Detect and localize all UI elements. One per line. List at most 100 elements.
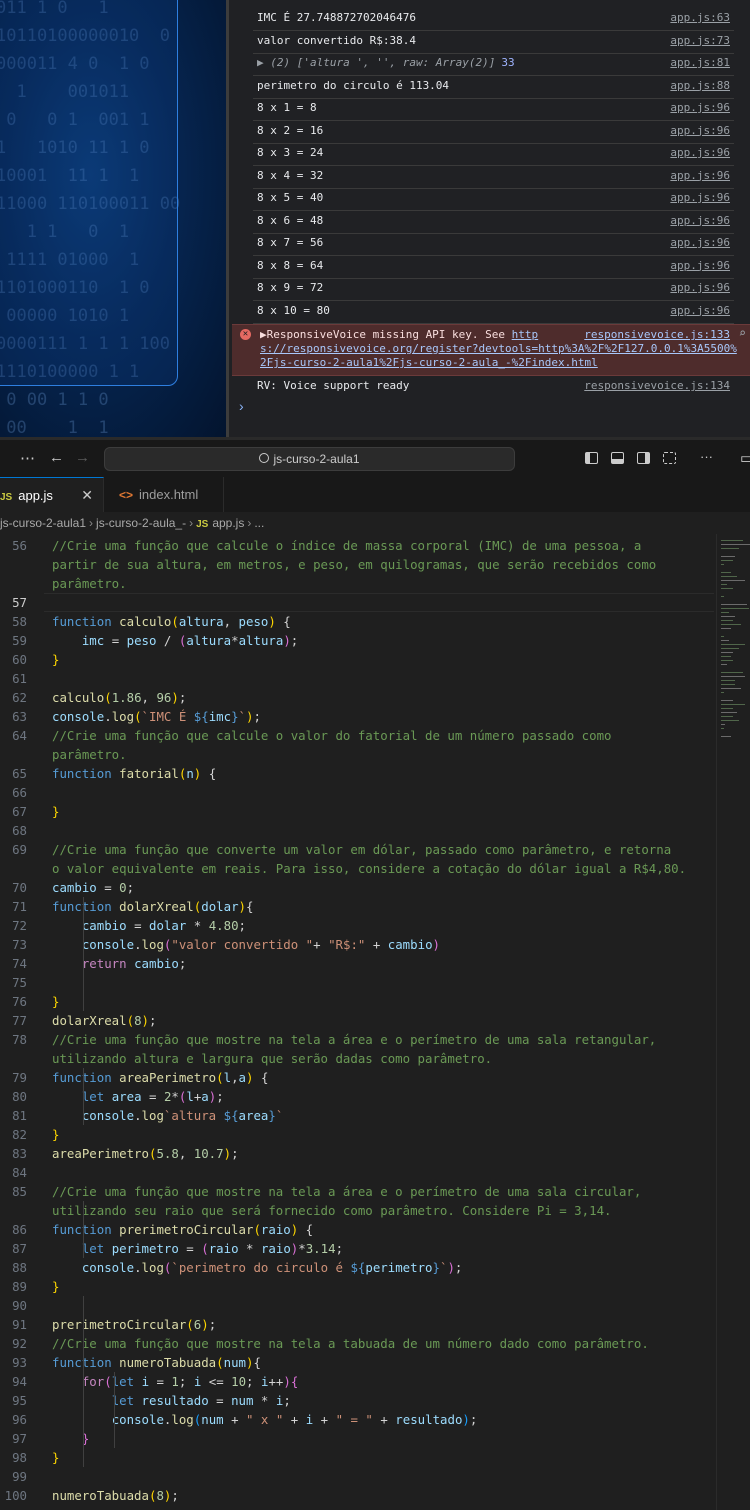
line-number: 94	[12, 1374, 27, 1389]
error-link-continued-2[interactable]: 2Fjs-curso-2-aula1%2Fjs-curso-2-aula_-%2…	[260, 356, 598, 370]
code-token: parâmetro.	[52, 576, 127, 591]
breadcrumb-file[interactable]: app.js	[212, 516, 244, 530]
toggle-primary-sidebar-icon[interactable]	[585, 452, 598, 464]
toggle-panel-icon[interactable]	[611, 452, 624, 464]
breadcrumb-subfolder[interactable]: js-curso-2-aula_-	[96, 516, 186, 530]
breadcrumb-symbol[interactable]: ...	[254, 516, 264, 530]
code-token: 0	[119, 880, 127, 895]
minimap[interactable]	[716, 534, 750, 1510]
code-line[interactable]: console.log(`IMC É ${imc}`);	[52, 707, 714, 726]
customize-layout-icon[interactable]	[663, 452, 676, 464]
code-line[interactable]: cambio = 0;	[52, 878, 714, 897]
menu-icon[interactable]: ⋯	[20, 449, 35, 467]
code-line[interactable]: console.log`altura ${area}`	[52, 1106, 714, 1125]
code-line[interactable]: //Crie uma função que mostre na tela a á…	[52, 1030, 714, 1049]
line-number: 63	[12, 709, 27, 724]
code-line[interactable]: calculo(1.86, 96);	[52, 688, 714, 707]
code-token: peso	[126, 633, 157, 648]
close-tab-icon[interactable]: ✕	[81, 478, 93, 513]
code-line[interactable]: utilizando seu raio que será fornecido c…	[52, 1201, 714, 1220]
console-source-link[interactable]: app.js:96	[670, 121, 730, 141]
command-center-search[interactable]: js-curso-2-aula1	[104, 447, 515, 471]
code-line[interactable]: }	[52, 1448, 714, 1467]
code-line[interactable]: o valor equivalente em reais. Para isso,…	[52, 859, 714, 878]
console-source-link[interactable]: app.js:96	[670, 211, 730, 231]
code-line[interactable]: return cambio;	[52, 954, 714, 973]
code-line[interactable]: }	[52, 992, 714, 1011]
console-source-link[interactable]: app.js:96	[670, 256, 730, 276]
code-line[interactable]: cambio = dolar * 4.80;	[52, 916, 714, 935]
code-line[interactable]: function fatorial(n) {	[52, 764, 714, 783]
console-log-text: 8 x 2 = 16	[257, 123, 324, 137]
code-line[interactable]: for(let i = 1; i <= 10; i++){	[52, 1372, 714, 1391]
browser-devtools-region: 011 1 0 1 10110100000010 0 000011 4 0 1 …	[0, 0, 750, 437]
code-token: {	[201, 766, 217, 781]
code-line[interactable]: dolarXreal(8);	[52, 1011, 714, 1030]
code-line[interactable]: }	[52, 1125, 714, 1144]
search-icon[interactable]: ⌕	[739, 326, 746, 340]
console-source-link[interactable]: app.js:88	[670, 76, 730, 96]
console-source-link[interactable]: app.js:63	[670, 8, 730, 28]
console-source-link[interactable]: app.js:96	[670, 143, 730, 163]
code-line[interactable]: }	[52, 650, 714, 669]
code-line[interactable]: let resultado = num * i;	[52, 1391, 714, 1410]
console-source-link[interactable]: app.js:96	[670, 98, 730, 118]
console-error-message[interactable]: ✕ ▶ResponsiveVoice missing API key. See …	[232, 324, 750, 376]
code-line[interactable]: }	[52, 802, 714, 821]
code-line[interactable]: //Crie uma função que converte um valor …	[52, 840, 714, 859]
code-line[interactable]: //Crie uma função que calcule o índice d…	[52, 536, 714, 555]
code-line[interactable]: //Crie uma função que mostre na tela a á…	[52, 1182, 714, 1201]
code-line[interactable]: areaPerimetro(5.8, 10.7);	[52, 1144, 714, 1163]
code-line[interactable]: function dolarXreal(dolar){	[52, 897, 714, 916]
error-link-continued[interactable]: s://responsivevoice.org/register?devtool…	[260, 342, 737, 356]
minimap-line	[721, 656, 731, 657]
info-source-link[interactable]: responsivevoice.js:134	[584, 376, 730, 396]
console-source-link[interactable]: app.js:96	[670, 233, 730, 253]
code-line[interactable]: function areaPerimetro(l,a) {	[52, 1068, 714, 1087]
error-link[interactable]: http	[512, 328, 539, 341]
code-line[interactable]: imc = peso / (altura*altura);	[52, 631, 714, 650]
console-prompt-chevron-icon[interactable]: ›	[239, 398, 244, 414]
code-token: ;	[149, 1013, 157, 1028]
code-line[interactable]: prerimetroCircular(6);	[52, 1315, 714, 1334]
console-object-row[interactable]: ▶ (2) ['altura ', '', raw: Array(2)] 33 ap…	[253, 53, 734, 76]
code-line[interactable]: //Crie uma função que mostre na tela a t…	[52, 1334, 714, 1353]
minimize-button[interactable]: ▭	[740, 449, 750, 467]
code-line[interactable]: function numeroTabuada(num){	[52, 1353, 714, 1372]
console-source-link[interactable]: app.js:96	[670, 166, 730, 186]
tab-index-html[interactable]: <> index.html	[104, 477, 224, 512]
code-line[interactable]: }	[52, 1277, 714, 1296]
devtools-console[interactable]: IMC É 27.748872702046476 app.js:63 valor c…	[226, 0, 750, 437]
console-source-link[interactable]: app.js:81	[670, 53, 730, 73]
code-line[interactable]: parâmetro.	[52, 745, 714, 764]
code-line[interactable]: numeroTabuada(8);	[52, 1486, 714, 1505]
code-token: }	[52, 994, 60, 1009]
console-source-link[interactable]: app.js:96	[670, 278, 730, 298]
code-line[interactable]: partir de sua altura, em metros, e peso,…	[52, 555, 714, 574]
code-editor[interactable]: 56 //Crie uma função que calcule o índice…	[0, 534, 750, 1510]
console-source-link[interactable]: app.js:73	[670, 31, 730, 51]
code-line[interactable]: let area = 2*(l+a);	[52, 1087, 714, 1106]
code-line[interactable]: }	[52, 1429, 714, 1448]
code-line[interactable]: //Crie uma função que calcule o valor do…	[52, 726, 714, 745]
code-token: )	[432, 937, 440, 952]
code-line[interactable]: function calculo(altura, peso) {	[52, 612, 714, 631]
more-actions[interactable]: ···	[700, 449, 713, 464]
toggle-secondary-sidebar-icon[interactable]	[637, 452, 650, 464]
code-line[interactable]: utilizando altura e largura que serão da…	[52, 1049, 714, 1068]
code-line[interactable]: function prerimetroCircular(raio) {	[52, 1220, 714, 1239]
code-line[interactable]: console.log(num + " x " + i + " = " + re…	[52, 1410, 714, 1429]
code-line[interactable]: console.log(`perimetro do circulo é ${pe…	[52, 1258, 714, 1277]
code-line[interactable]: let perimetro = (raio * raio)*3.14;	[52, 1239, 714, 1258]
console-source-link[interactable]: app.js:96	[670, 301, 730, 321]
line-number: 74	[12, 956, 27, 971]
error-source-link[interactable]: responsivevoice.js:133	[584, 328, 730, 342]
code-token: 8	[156, 1488, 164, 1503]
forward-arrow-icon[interactable]: →	[75, 449, 90, 466]
code-line[interactable]: parâmetro.	[52, 574, 714, 593]
code-line[interactable]: console.log("valor convertido "+ "R$:" +…	[52, 935, 714, 954]
tab-app-js[interactable]: JS app.js ✕	[0, 477, 104, 512]
console-source-link[interactable]: app.js:96	[670, 188, 730, 208]
breadcrumb-folder[interactable]: js-curso-2-aula1	[0, 516, 86, 530]
back-arrow-icon[interactable]: ←	[49, 449, 64, 466]
